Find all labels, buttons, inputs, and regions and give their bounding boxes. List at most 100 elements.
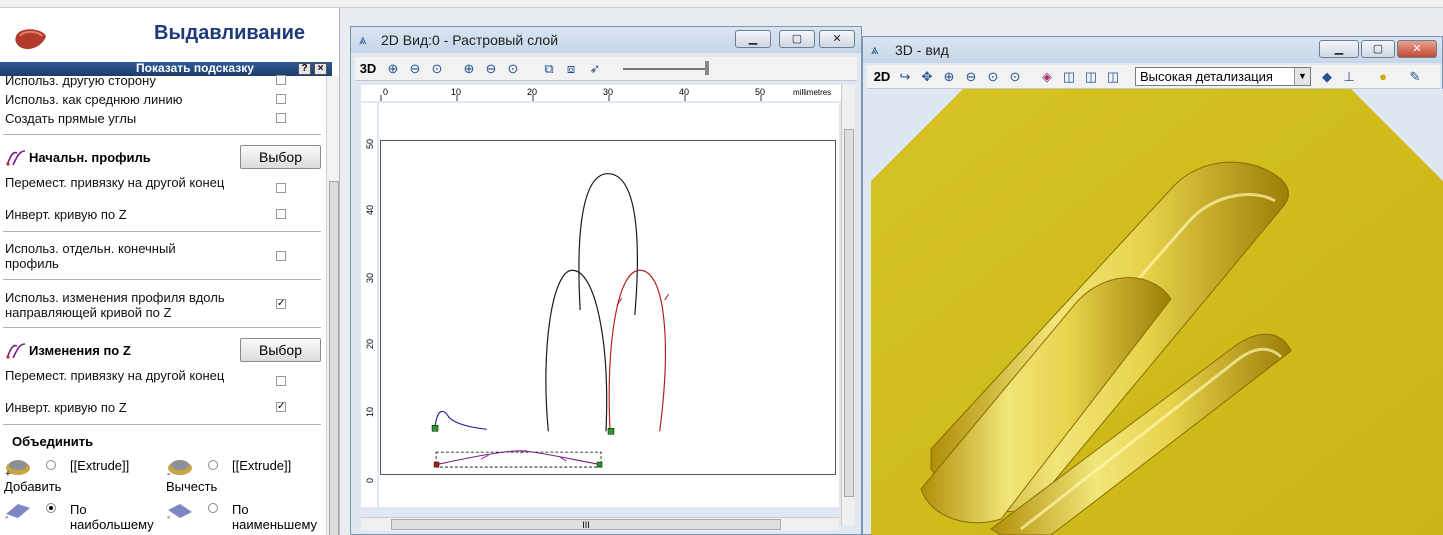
help-button[interactable]: ? [298, 63, 311, 75]
toggle-3d-button[interactable]: 3D [359, 61, 377, 77]
3d-render-viewport[interactable] [871, 89, 1443, 535]
side-view-icon[interactable]: ◫ [1083, 69, 1099, 85]
vector-canvas[interactable] [380, 140, 836, 475]
start-profile-select-button[interactable]: Выбор [240, 145, 321, 169]
extrude-panel: Выдавливание Показать подсказку ? × Испо… [0, 8, 340, 535]
bitmap-icon[interactable]: ⧈ [563, 61, 579, 77]
start-invert-z-checkbox[interactable] [276, 209, 286, 219]
zoom-out-icon[interactable]: ⊖ [963, 69, 979, 85]
combine-label: Объединить [12, 434, 94, 449]
max-mode-text: По наибольшему [70, 502, 154, 532]
opt-sharp-corners-label: Создать прямые углы [5, 111, 137, 126]
z-invert-label: Инверт. кривую по Z [5, 400, 127, 415]
subtract-mode-icon: - [167, 460, 192, 478]
z-move-anchor-checkbox[interactable] [276, 376, 286, 386]
zoom-in-icon[interactable]: ⊕ [941, 69, 957, 85]
maximize-button[interactable]: ▢ [779, 30, 815, 48]
ruler-x-0: 0 [383, 87, 388, 97]
zoom-all-icon[interactable]: ⊙ [505, 61, 521, 77]
front-view-icon[interactable]: ◫ [1061, 69, 1077, 85]
maximize-button[interactable]: ▢ [1361, 40, 1395, 58]
anchor-handle[interactable] [596, 461, 603, 468]
minimize-button[interactable]: ▁ [1319, 40, 1359, 58]
curve-outer-black[interactable] [578, 173, 638, 316]
top-toolbar-strip [0, 0, 1443, 8]
close-button[interactable]: ✕ [819, 30, 855, 48]
chevron-down-icon[interactable]: ▼ [1294, 68, 1310, 85]
z-changes-select-button[interactable]: Выбор [240, 338, 321, 362]
zoom-all-icon[interactable]: ⊙ [1007, 69, 1023, 85]
view-2d-hscrollbar[interactable]: III [361, 517, 839, 531]
anchor-handle[interactable] [607, 428, 615, 435]
svg-text:+: + [5, 469, 11, 478]
opt-other-side-checkbox[interactable] [276, 75, 286, 85]
close-button[interactable]: ✕ [1397, 40, 1437, 58]
rotate-icon[interactable]: ↪ [897, 69, 913, 85]
minimize-button[interactable]: ▁ [735, 30, 771, 48]
subtract-mode-text: [[Extrude]] [232, 458, 292, 473]
min-mode-text: По наименьшему [232, 502, 318, 532]
zoom-fit-icon[interactable]: ⊙ [429, 61, 445, 77]
ruler-x-40: 40 [679, 87, 689, 97]
zoom-in-icon[interactable]: ⊕ [385, 61, 401, 77]
opt-other-side-label: Использ. другую сторону [5, 73, 156, 88]
pan-icon[interactable]: ✥ [919, 69, 935, 85]
zoom-previous-icon[interactable]: ⊕ [461, 61, 477, 77]
anchor-handle[interactable] [433, 461, 440, 468]
profile-curve-blue[interactable] [434, 410, 487, 430]
blend-slider[interactable] [623, 68, 707, 70]
close-hint-button[interactable]: × [314, 63, 327, 75]
z-invert-checkbox[interactable]: ✓ [276, 402, 286, 412]
top-view-icon[interactable]: ◫ [1105, 69, 1121, 85]
subtract-mode-radio[interactable] [208, 460, 218, 470]
detail-level-select[interactable]: Высокая детализация ▼ [1135, 67, 1311, 86]
add-mode-radio[interactable] [46, 460, 56, 470]
separator [3, 327, 321, 328]
material-icon[interactable]: ✎ [1407, 69, 1423, 85]
light-icon[interactable]: ● [1375, 69, 1391, 85]
z-changes-label: Изменения по Z [29, 343, 131, 358]
hscroll-thumb[interactable]: III [391, 519, 781, 530]
anchor-handle[interactable] [431, 425, 439, 432]
subtract-label: Вычесть [166, 479, 218, 494]
z-profile-curve-purple[interactable] [438, 450, 599, 465]
zoom-out-icon[interactable]: ⊖ [407, 61, 423, 77]
start-profile-icon [6, 150, 26, 166]
add-label: Добавить [4, 479, 62, 494]
extrude-logo-icon [15, 29, 46, 50]
profile-changes-checkbox[interactable]: ✓ [276, 299, 286, 309]
add-mode-icon: + [5, 460, 30, 478]
opt-mid-line-checkbox[interactable] [276, 94, 286, 104]
separate-end-profile-label: Использ. отдельн. конечный профиль [5, 241, 176, 271]
view-2d-vscrollbar[interactable] [841, 85, 855, 525]
start-move-anchor-label: Перемест. привязку на другой конец [5, 175, 225, 190]
svg-text:-: - [167, 469, 170, 478]
opt-sharp-corners-checkbox[interactable] [276, 113, 286, 123]
curve-right-red[interactable] [608, 269, 666, 432]
blend-slider-thumb[interactable] [705, 61, 709, 75]
layer-icon[interactable]: ⧉ [541, 61, 557, 77]
paint-icon[interactable]: ➶ [587, 61, 603, 77]
iso-view-icon[interactable]: ◈ [1039, 69, 1055, 85]
vertical-ruler: 50 40 30 20 10 0 [361, 103, 377, 507]
separate-end-profile-checkbox[interactable] [276, 251, 286, 261]
view-2d-titlebar[interactable]: ⩓ 2D Вид:0 - Растровый слой ▁ ▢ ✕ [351, 27, 861, 53]
panel-scrollbar[interactable] [326, 76, 339, 535]
curve-left-black[interactable] [545, 269, 608, 432]
add-mode-text: [[Extrude]] [70, 458, 130, 473]
start-move-anchor-checkbox[interactable] [276, 183, 286, 193]
view-3d-toolbar: 2D ↪ ✥ ⊕ ⊖ ⊙ ⊙ ◈ ◫ ◫ ◫ Высокая детализац… [867, 65, 1440, 89]
separator [3, 231, 321, 232]
separator [3, 134, 321, 135]
zoom-fit-icon[interactable]: ⊙ [985, 69, 1001, 85]
view-3d-titlebar[interactable]: ⩓ 3D - вид ▁ ▢ ✕ [863, 37, 1442, 63]
opt-mid-line-label: Использ. как среднюю линию [5, 92, 183, 107]
ruler-y-30: 30 [365, 273, 375, 283]
toggle-2d-button[interactable]: 2D [873, 69, 891, 85]
axes-icon[interactable]: ⊥ [1341, 69, 1357, 85]
view-2d-title: 2D Вид:0 - Растровый слой [381, 32, 559, 48]
ruler-y-20: 20 [365, 339, 375, 349]
zoom-selection-icon[interactable]: ⊖ [483, 61, 499, 77]
profile-changes-label: Использ. изменения профиля вдоль направл… [5, 290, 225, 320]
shading-icon[interactable]: ◆ [1319, 69, 1335, 85]
